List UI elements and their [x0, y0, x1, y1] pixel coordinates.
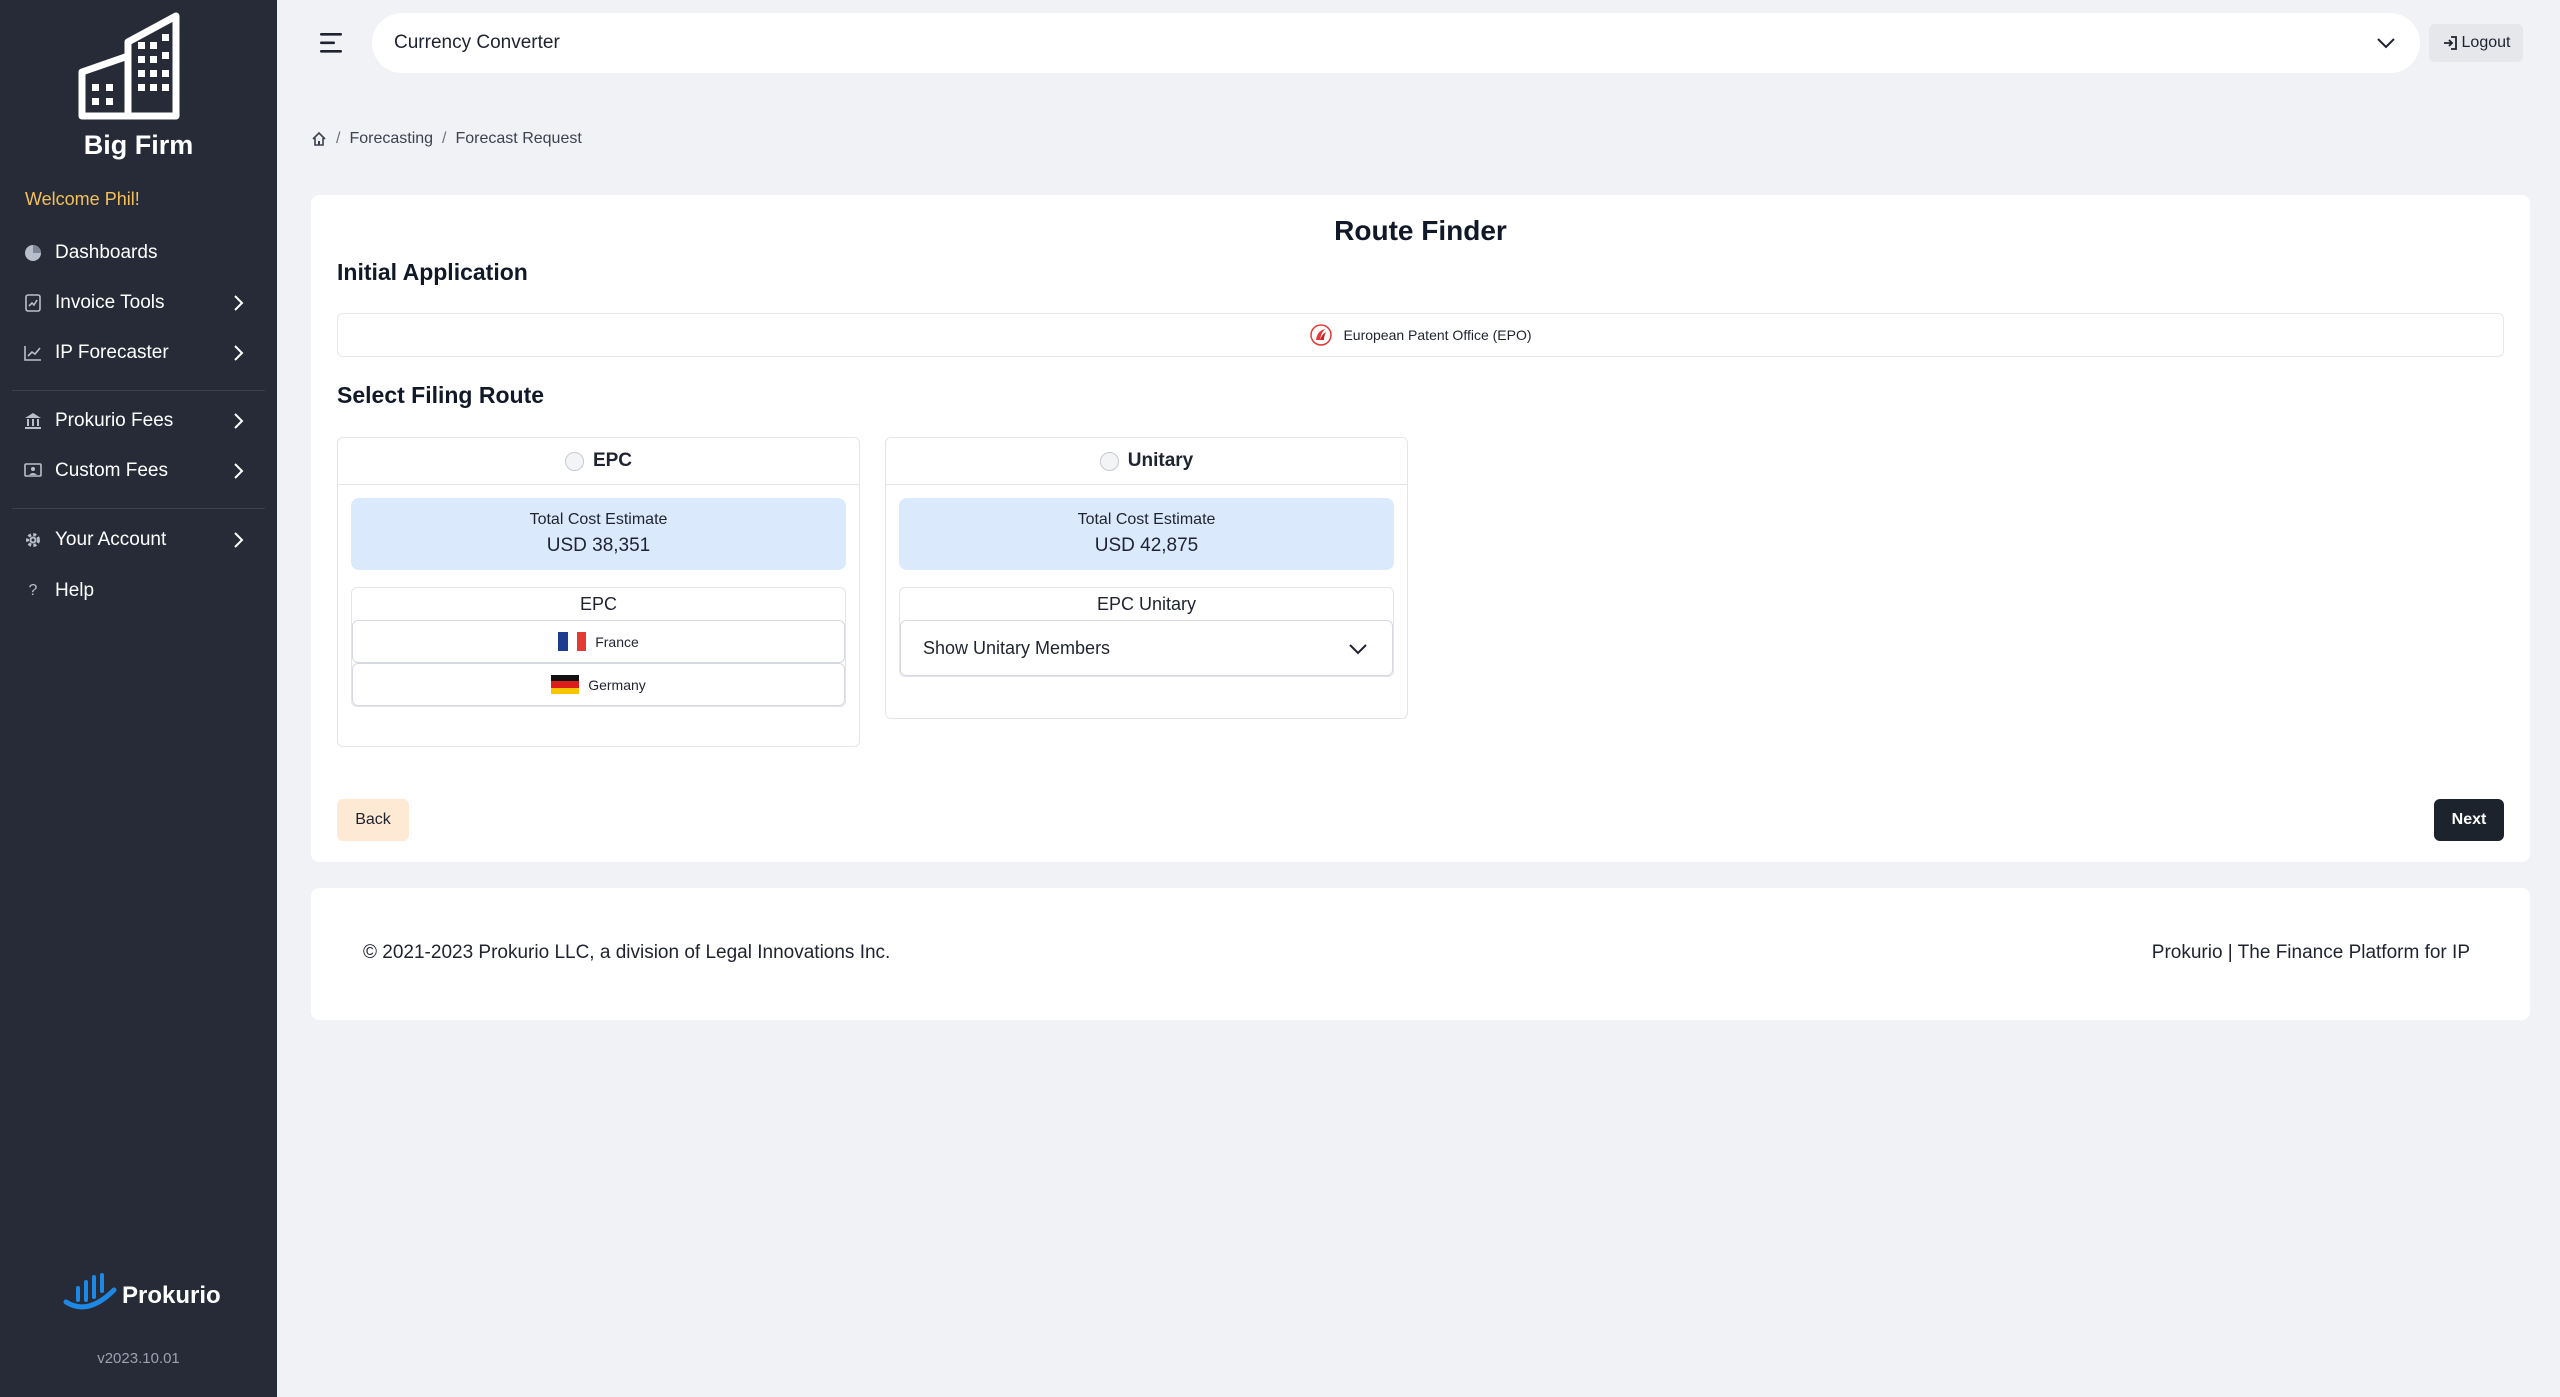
menu-toggle-icon[interactable] — [318, 30, 346, 56]
list-item: France — [352, 620, 845, 663]
radio-epc[interactable] — [564, 451, 584, 471]
prokurio-name: Prokurio — [122, 1282, 221, 1309]
question-icon: ? — [28, 582, 38, 599]
sidebar: Big Firm Welcome Phil! Dashboards Invoic… — [0, 0, 277, 1397]
estimate-label: Total Cost Estimate — [529, 511, 668, 528]
sidebar-item-help[interactable]: ? Help — [22, 571, 252, 611]
sidebar-item-ip-forecaster[interactable]: IP Forecaster — [22, 333, 252, 373]
invoice-icon — [22, 292, 44, 314]
currency-converter-select[interactable]: Currency Converter — [372, 13, 2420, 73]
copyright-text: © 2021-2023 Prokurio LLC, a division of … — [363, 942, 891, 963]
page-footer: © 2021-2023 Prokurio LLC, a division of … — [311, 888, 2530, 1020]
epc-countries: EPC France Germany — [351, 587, 846, 707]
chevron-right-icon — [234, 463, 244, 479]
bank-icon — [22, 410, 44, 432]
office-name: European Patent Office (EPO) — [1343, 327, 1532, 343]
group-title: EPC — [579, 593, 617, 614]
home-icon[interactable] — [311, 131, 327, 147]
currency-converter-label: Currency Converter — [394, 32, 560, 53]
sidebar-item-your-account[interactable]: Your Account — [22, 520, 252, 560]
back-button[interactable]: Back — [337, 799, 409, 841]
chevron-right-icon — [234, 413, 244, 429]
breadcrumb-item-forecast-request: Forecast Request — [455, 130, 582, 147]
gear-icon — [22, 529, 44, 551]
page-title: Route Finder — [1334, 215, 1507, 246]
show-unitary-members-select[interactable]: Show Unitary Members — [900, 620, 1393, 676]
breadcrumb-separator: / — [442, 130, 447, 147]
logout-label: Logout — [2461, 34, 2511, 51]
line-chart-icon — [22, 342, 44, 364]
breadcrumb: / Forecasting / Forecast Request — [311, 128, 582, 150]
chevron-right-icon — [234, 532, 244, 548]
initial-application-heading: Initial Application — [337, 259, 528, 285]
list-item: Germany — [352, 663, 845, 706]
epo-logo-icon — [1310, 324, 1333, 346]
estimate-value: USD 38,351 — [546, 535, 651, 556]
select-label: Show Unitary Members — [923, 637, 1111, 658]
filing-route-heading: Select Filing Route — [337, 382, 545, 408]
estimate-value: USD 42,875 — [1094, 535, 1199, 556]
sidebar-item-dashboards[interactable]: Dashboards — [22, 233, 252, 273]
group-title: EPC Unitary — [1096, 593, 1197, 614]
route-label: EPC — [592, 450, 633, 471]
route-card-epc: EPC Total Cost Estimate USD 38,351 EPC F… — [337, 437, 860, 747]
route-card-unitary: Unitary Total Cost Estimate USD 42,875 E… — [885, 437, 1408, 719]
sidebar-item-custom-fees[interactable]: Custom Fees — [22, 451, 252, 491]
chevron-down-icon — [1349, 644, 1367, 655]
germany-flag-icon — [551, 675, 580, 694]
office-display: European Patent Office (EPO) — [337, 313, 2504, 357]
logout-button[interactable]: Logout — [2429, 24, 2523, 62]
prokurio-logo-icon — [63, 1273, 117, 1310]
sidebar-footer: Prokurio v2023.10.01 — [0, 1272, 277, 1397]
breadcrumb-item-forecasting[interactable]: Forecasting — [349, 130, 433, 148]
estimate-label: Total Cost Estimate — [1077, 511, 1216, 528]
chevron-right-icon — [234, 345, 244, 361]
presentation-icon — [22, 460, 44, 482]
chevron-right-icon — [234, 295, 244, 311]
country-name: France — [595, 633, 639, 650]
sidebar-item-label: Custom Fees — [55, 460, 168, 481]
sidebar-item-label: Help — [55, 580, 95, 601]
sidebar-item-label: Invoice Tools — [55, 292, 165, 313]
breadcrumb-separator: / — [336, 130, 341, 147]
cost-estimate-unitary: Total Cost Estimate USD 42,875 — [899, 498, 1394, 570]
nav-divider — [12, 390, 265, 391]
pie-chart-icon — [22, 242, 44, 264]
building-logo-icon — [78, 12, 180, 120]
chevron-down-icon — [2377, 38, 2395, 49]
sidebar-item-prokurio-fees[interactable]: Prokurio Fees — [22, 401, 252, 441]
welcome-message: Welcome Phil! — [25, 189, 140, 209]
country-name: Germany — [588, 676, 646, 693]
route-label: Unitary — [1127, 450, 1194, 471]
sidebar-item-label: Your Account — [55, 529, 167, 550]
radio-unitary[interactable] — [1099, 451, 1119, 471]
brand-name: Big Firm — [83, 130, 194, 160]
cost-estimate-epc: Total Cost Estimate USD 38,351 — [351, 498, 846, 570]
sidebar-item-label: IP Forecaster — [55, 342, 169, 363]
france-flag-icon — [558, 632, 587, 651]
unitary-group: EPC Unitary Show Unitary Members — [899, 587, 1394, 677]
sidebar-item-invoice-tools[interactable]: Invoice Tools — [22, 283, 252, 323]
sidebar-item-label: Prokurio Fees — [55, 410, 174, 431]
sidebar-item-label: Dashboards — [55, 242, 158, 263]
route-option-epc[interactable]: EPC — [338, 438, 859, 485]
nav-divider — [12, 508, 265, 509]
footer-tagline: Prokurio | The Finance Platform for IP — [2151, 942, 2470, 963]
logout-icon — [2443, 36, 2457, 50]
next-button[interactable]: Next — [2434, 799, 2504, 841]
route-finder-card: Route Finder Initial Application Europea… — [311, 195, 2530, 862]
app-version: v2023.10.01 — [97, 1350, 180, 1367]
route-option-unitary[interactable]: Unitary — [886, 438, 1407, 485]
